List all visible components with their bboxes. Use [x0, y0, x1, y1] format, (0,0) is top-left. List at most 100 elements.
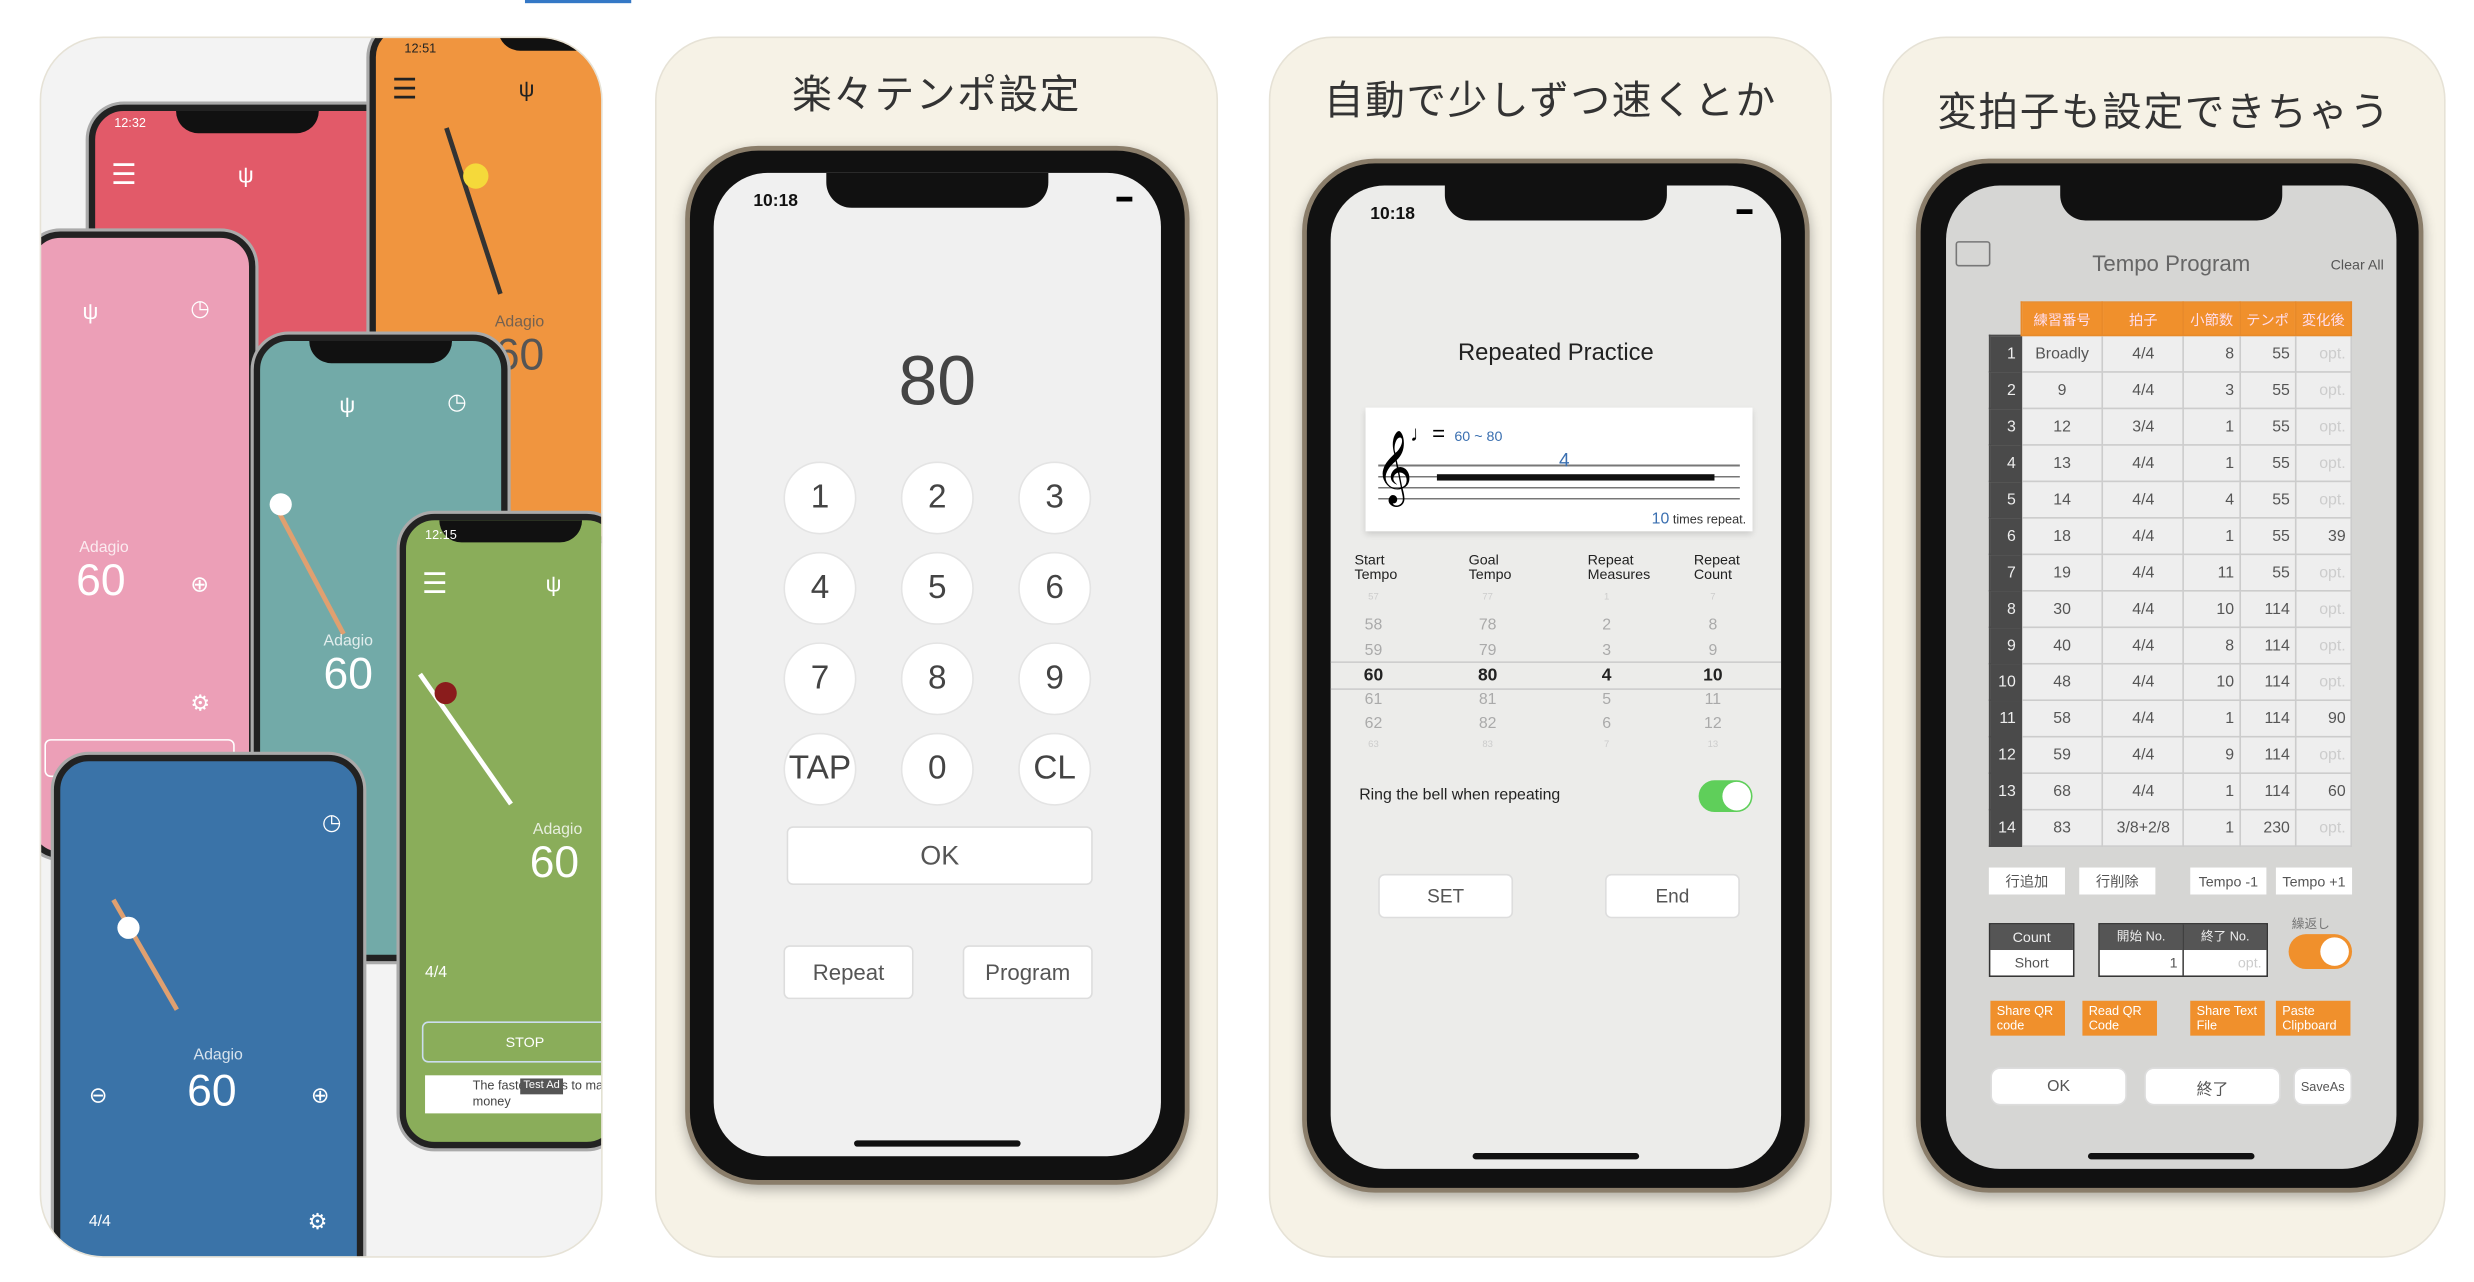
table-cell[interactable]: 55 — [2238, 407, 2297, 446]
picker-value[interactable]: 1 — [1575, 592, 1638, 602]
share-text-button[interactable]: Share Text File — [2190, 1000, 2265, 1036]
key-8[interactable]: 8 — [900, 642, 974, 716]
table-cell[interactable]: 3 — [2183, 371, 2241, 410]
timer-icon[interactable]: ◷ — [322, 809, 341, 836]
paste-clipboard-button[interactable]: Paste Clipboard — [2275, 1000, 2351, 1036]
read-qr-button[interactable]: Read QR Code — [2082, 1000, 2157, 1036]
save-as-button[interactable]: SaveAs — [2293, 1067, 2353, 1106]
table-cell[interactable]: 14 — [2020, 480, 2104, 519]
table-cell[interactable]: 1 — [2183, 808, 2241, 847]
tuning-fork-icon[interactable]: ψ — [238, 162, 254, 187]
picker-value[interactable]: 77 — [1456, 592, 1519, 602]
start-input[interactable]: 1 — [2099, 950, 2183, 976]
table-cell[interactable]: 4/4 — [2102, 662, 2185, 702]
key-9[interactable]: 9 — [1018, 642, 1092, 716]
ok-button[interactable]: OK — [786, 826, 1093, 885]
table-cell[interactable]: opt. — [2294, 334, 2353, 373]
table-cell[interactable]: 114 — [2238, 735, 2297, 774]
key-cl[interactable]: CL — [1018, 732, 1092, 806]
table-cell[interactable]: 30 — [2020, 589, 2104, 629]
table-row[interactable]: 14 83 3/8+2/8 1 230 opt. — [1988, 808, 2353, 847]
picker-value[interactable]: 3 — [1575, 642, 1638, 659]
table-cell[interactable]: 10 — [2183, 589, 2241, 629]
table-cell[interactable]: 1 — [2183, 517, 2241, 556]
table-cell[interactable]: 4/4 — [2102, 553, 2185, 592]
picker-value[interactable]: 82 — [1456, 715, 1519, 732]
table-cell[interactable]: 1 — [2183, 699, 2241, 738]
table-row[interactable]: 12 59 4/4 9 114 opt. — [1988, 735, 2353, 774]
picker-value[interactable]: 11 — [1681, 691, 1744, 708]
table-cell[interactable]: 9 — [2020, 371, 2104, 410]
key-6[interactable]: 6 — [1018, 551, 1092, 625]
timer-icon[interactable]: ◷ — [447, 389, 466, 416]
table-cell[interactable]: 1 — [2183, 444, 2241, 483]
table-cell[interactable]: 114 — [2238, 589, 2297, 629]
table-row[interactable]: 1 Broadly 4/4 8 55 opt. — [1988, 334, 2353, 373]
ad-banner[interactable]: The fastest ways to make money Test Ad — [425, 1075, 602, 1114]
table-cell[interactable]: 19 — [2020, 553, 2104, 592]
table-cell[interactable]: 1 — [2183, 407, 2241, 446]
table-cell[interactable]: opt. — [2294, 444, 2353, 483]
picker-value[interactable]: 57 — [1342, 592, 1405, 602]
table-cell[interactable]: 114 — [2238, 626, 2297, 665]
table-cell[interactable]: opt. — [2294, 407, 2353, 446]
picker-value[interactable]: 83 — [1456, 740, 1519, 750]
time-signature[interactable]: 4/4 — [89, 1213, 111, 1230]
table-cell[interactable]: 3/8+2/8 — [2102, 808, 2185, 847]
table-cell[interactable]: 114 — [2238, 699, 2297, 738]
table-cell[interactable]: 4/4 — [2102, 699, 2185, 738]
finish-button[interactable]: 終了 — [2144, 1067, 2281, 1106]
table-row[interactable]: 6 18 4/4 1 55 39 — [1988, 517, 2353, 556]
key-2[interactable]: 2 — [900, 461, 974, 535]
end-input[interactable]: opt. — [2183, 950, 2267, 976]
end-button[interactable]: End — [1605, 873, 1740, 919]
key-1[interactable]: 1 — [783, 461, 857, 535]
picker-value[interactable]: 2 — [1575, 617, 1638, 634]
bell-toggle[interactable] — [1698, 780, 1753, 813]
count-value[interactable]: Short — [1990, 950, 2073, 976]
picker-value[interactable]: 62 — [1342, 715, 1405, 732]
pendulum-weight[interactable] — [269, 493, 292, 516]
table-cell[interactable]: 114 — [2238, 772, 2297, 811]
table-cell[interactable]: 59 — [2020, 735, 2104, 774]
table-cell[interactable]: 1 — [2183, 772, 2241, 811]
table-cell[interactable]: 10 — [2183, 662, 2241, 702]
picker-value[interactable]: 79 — [1456, 642, 1519, 659]
menu-icon[interactable]: ☰ — [422, 568, 448, 601]
table-cell[interactable]: opt. — [2294, 553, 2353, 592]
add-row-button[interactable]: 行追加 — [1988, 867, 2065, 895]
key-3[interactable]: 3 — [1018, 461, 1092, 535]
table-cell[interactable]: 48 — [2020, 662, 2104, 702]
table-cell[interactable]: 18 — [2020, 517, 2104, 556]
picker-value[interactable]: 61 — [1342, 691, 1405, 708]
table-cell[interactable]: 4/4 — [2102, 334, 2185, 373]
table-row[interactable]: 3 12 3/4 1 55 opt. — [1988, 407, 2353, 446]
table-cell[interactable]: 90 — [2294, 699, 2353, 738]
set-button[interactable]: SET — [1378, 873, 1514, 919]
table-cell[interactable]: 4/4 — [2102, 371, 2185, 410]
table-cell[interactable]: 55 — [2238, 480, 2297, 519]
table-cell[interactable]: 40 — [2020, 626, 2104, 665]
table-cell[interactable]: 9 — [2183, 735, 2241, 774]
table-cell[interactable]: 11 — [2183, 553, 2241, 592]
menu-icon[interactable]: ☰ — [392, 73, 418, 106]
table-cell[interactable]: opt. — [2294, 589, 2353, 629]
table-row[interactable]: 9 40 4/4 8 114 opt. — [1988, 626, 2353, 665]
table-cell[interactable]: 8 — [2183, 626, 2241, 665]
picker-value[interactable]: 63 — [1342, 740, 1405, 750]
count-box[interactable]: Count Short — [1988, 923, 2075, 977]
picker-value[interactable]: 8 — [1681, 617, 1744, 634]
table-cell[interactable]: 3/4 — [2102, 407, 2185, 446]
table-cell[interactable]: 55 — [2238, 517, 2297, 556]
clear-all-button[interactable]: Clear All — [2331, 257, 2384, 273]
table-cell[interactable]: 13 — [2020, 444, 2104, 483]
table-cell[interactable]: 4/4 — [2102, 480, 2185, 519]
picker-value[interactable]: 9 — [1681, 642, 1744, 659]
picker-value[interactable]: 59 — [1342, 642, 1405, 659]
key-0[interactable]: 0 — [900, 732, 974, 806]
tempo-plus-button[interactable]: Tempo +1 — [2275, 867, 2353, 895]
table-cell[interactable]: 58 — [2020, 699, 2104, 738]
repeat-button[interactable]: Repeat — [783, 945, 914, 1000]
table-cell[interactable]: Broadly — [2020, 334, 2104, 373]
table-cell[interactable]: 114 — [2238, 662, 2297, 702]
